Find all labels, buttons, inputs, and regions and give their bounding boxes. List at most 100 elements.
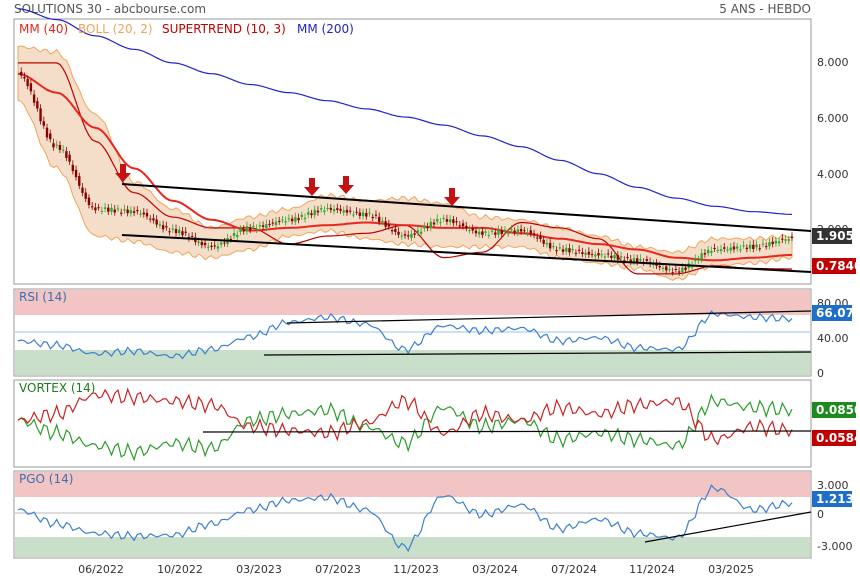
candle-body [723, 247, 726, 249]
candle-body [413, 233, 416, 235]
chart-period: 5 ANS - HEBDO [719, 2, 811, 16]
candle-body [181, 231, 184, 236]
candle-body [484, 231, 487, 233]
candle-body [726, 249, 729, 251]
candle-body [384, 221, 387, 227]
candle-body [216, 246, 220, 249]
candle-body [426, 227, 429, 229]
x-axis-labels: 06/2022 10/2022 03/2023 07/2023 11/2023 … [78, 563, 754, 576]
candle-body [390, 230, 394, 232]
candle-body [29, 83, 33, 92]
candle-body [39, 108, 42, 122]
candle-body [429, 221, 432, 229]
candle-body [229, 238, 233, 240]
vortex-trendline [202, 430, 812, 433]
candle-body [319, 208, 323, 210]
candle-body [400, 235, 403, 237]
x-tick-label: 03/2024 [472, 563, 518, 576]
candle-body [152, 218, 155, 221]
legend-rsi: RSI (14) [19, 290, 67, 304]
candle-body [149, 218, 152, 220]
candle-body [781, 238, 784, 240]
candle-body [242, 229, 245, 232]
candle-body [32, 94, 36, 103]
candle-body [261, 225, 265, 227]
candle-body [774, 240, 778, 244]
candle-body [742, 245, 745, 247]
candle-body [645, 259, 649, 261]
candle-body [110, 207, 113, 212]
price-panel-frame [13, 18, 812, 285]
candle-body [574, 252, 578, 254]
candle-body [545, 243, 549, 245]
candle-body [116, 208, 120, 210]
candle-body [23, 77, 26, 79]
candle-body [223, 242, 226, 244]
candle-body [297, 217, 300, 221]
candle-body [68, 154, 71, 162]
candle-body [661, 267, 665, 269]
candle-body [761, 243, 765, 245]
candle-body [626, 257, 629, 259]
candle-body [423, 225, 426, 229]
candle-body [603, 256, 607, 258]
candle-body [284, 221, 287, 223]
candle-body [65, 151, 68, 158]
candle-body [94, 207, 97, 211]
candle-body [503, 229, 507, 232]
candle-body [513, 230, 516, 233]
candle-body [139, 213, 142, 215]
candle-body [171, 228, 174, 230]
pgo-tick-0: 0 [817, 508, 824, 521]
candle-body [281, 219, 284, 221]
candle-body [184, 231, 187, 233]
candle-body [639, 258, 642, 261]
candle-body [271, 222, 274, 224]
candle-body [313, 209, 316, 216]
candle-body [606, 253, 610, 255]
legend-pgo: PGO (14) [19, 472, 73, 486]
candle-body [74, 169, 78, 178]
down-arrow-icon [444, 188, 460, 206]
candle-body [677, 271, 681, 273]
candle-body [123, 209, 126, 211]
candle-body [765, 246, 768, 248]
candle-body [448, 219, 452, 223]
x-tick-label: 10/2022 [157, 563, 203, 576]
candle-body [787, 239, 790, 241]
candle-body [703, 253, 707, 255]
candle-body [407, 235, 410, 237]
candle-body [155, 219, 158, 225]
candle-body [165, 226, 168, 228]
candle-body [436, 218, 439, 222]
candle-body [329, 207, 333, 210]
candle-body [439, 222, 442, 224]
candle-body [326, 207, 329, 209]
candle-body [200, 241, 204, 246]
candle-body [126, 209, 129, 214]
candle-body [658, 265, 661, 268]
candle-body [103, 207, 107, 209]
candle-body [510, 229, 513, 231]
x-tick-label: 03/2023 [236, 563, 282, 576]
candle-body [332, 208, 336, 212]
candle-body [565, 247, 568, 252]
candle-body [387, 224, 391, 227]
candle-body [471, 228, 474, 231]
candle-body [252, 225, 255, 227]
candle-body [352, 214, 355, 216]
candle-body [716, 249, 720, 251]
vortex-minus-value: 0.0584 [816, 431, 860, 445]
pgo-last-value: 1.213 [816, 492, 854, 506]
candle-body [52, 143, 55, 148]
candle-body [323, 210, 326, 212]
candle-body [278, 220, 281, 222]
candle-body [20, 71, 23, 76]
candle-body [129, 210, 133, 214]
candle-body [735, 246, 739, 249]
candle-body [529, 230, 532, 234]
candle-body [249, 227, 252, 230]
price-last-value: 1.905 [816, 229, 854, 243]
candle-body [581, 252, 584, 255]
bollinger-band [17, 45, 793, 281]
